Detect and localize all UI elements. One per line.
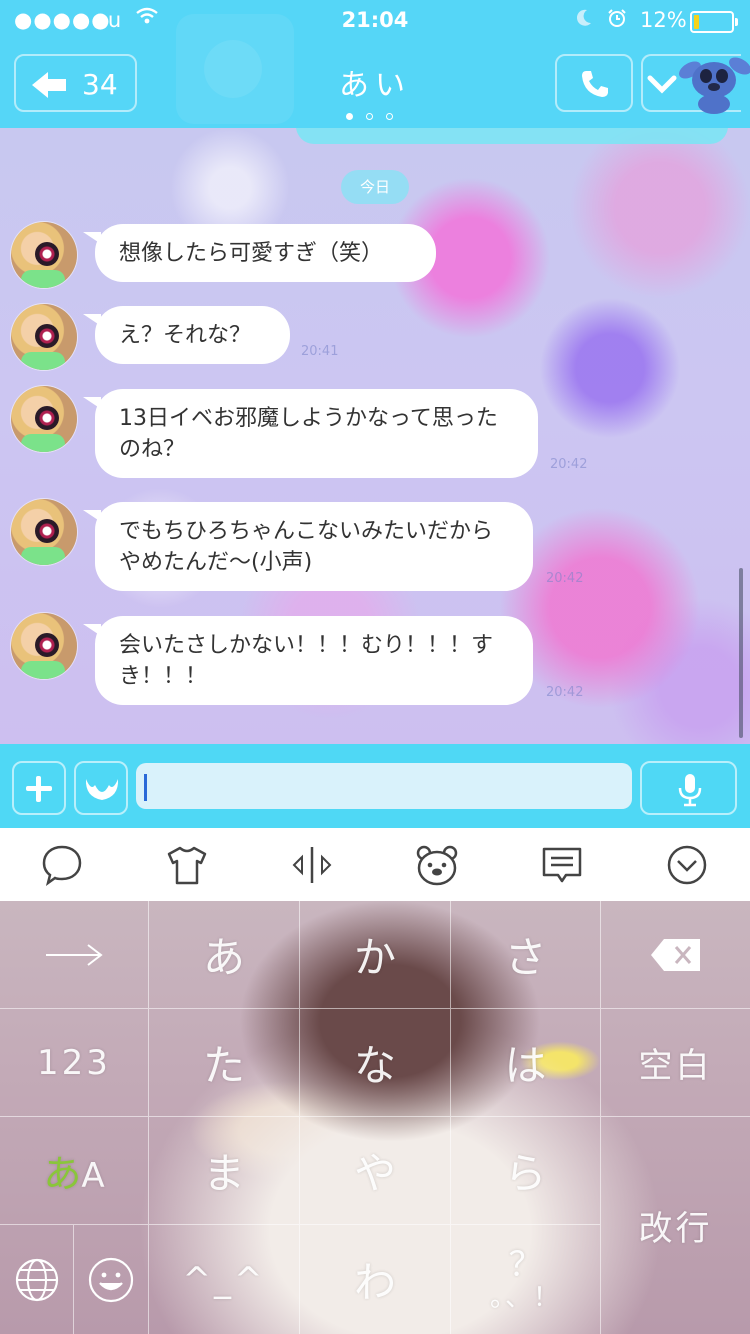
- key-ka[interactable]: か: [300, 901, 451, 1009]
- previous-message-edge: [296, 128, 728, 144]
- message-bubble[interactable]: 会いたさしかない！！！むり！！！すき！！！: [83, 616, 533, 705]
- input-mode-label: あ A: [43, 1143, 104, 1198]
- avatar[interactable]: [11, 222, 77, 288]
- punctuation-label: 。、！: [489, 1282, 561, 1313]
- space-key[interactable]: 空白: [601, 1009, 750, 1117]
- key-ha[interactable]: は: [451, 1009, 601, 1117]
- cursor-right-key[interactable]: [0, 901, 149, 1009]
- alarm-icon: [606, 7, 628, 34]
- message-text: でもちひろちゃんこないみたいだからやめたんだ〜(小声): [119, 518, 494, 575]
- key-sa[interactable]: さ: [451, 901, 601, 1009]
- avatar[interactable]: [11, 304, 77, 370]
- key-ma[interactable]: ま: [149, 1117, 300, 1225]
- message-bubble[interactable]: 13日イベお邪魔しようかなって思ったのね？: [83, 389, 538, 478]
- globe-icon: [15, 1258, 58, 1301]
- page-dot: [366, 113, 373, 120]
- key-ya[interactable]: や: [300, 1117, 451, 1225]
- key-ta[interactable]: た: [149, 1009, 300, 1117]
- add-attachment-button[interactable]: [12, 761, 66, 815]
- message-bubble[interactable]: 想像したら可愛すぎ（笑）: [83, 224, 436, 282]
- globe-key[interactable]: [0, 1225, 74, 1334]
- backspace-key[interactable]: [601, 901, 750, 1009]
- key-a[interactable]: あ: [149, 901, 300, 1009]
- call-button[interactable]: [555, 54, 633, 112]
- text-cursor: [144, 774, 147, 801]
- message-icon[interactable]: [540, 843, 584, 887]
- message-text: え？それな？: [119, 322, 252, 348]
- hiragana-mode-label: あ: [43, 1152, 82, 1196]
- message-time: 20:42: [546, 571, 584, 586]
- input-mode-key[interactable]: あ A: [0, 1117, 149, 1225]
- clock: 21:04: [341, 8, 409, 32]
- tshirt-icon[interactable]: [165, 843, 209, 887]
- chat-title[interactable]: あい: [0, 60, 750, 104]
- message-time: 20:42: [546, 685, 584, 700]
- status-bar: ●●●●● au 21:04 12%: [0, 0, 750, 40]
- speech-bubble-icon[interactable]: [40, 843, 84, 887]
- page-dot: [386, 113, 393, 120]
- message-time: 20:42: [550, 457, 588, 472]
- avatar[interactable]: [11, 499, 77, 565]
- numbers-key[interactable]: 123: [0, 1009, 149, 1117]
- key-na[interactable]: な: [300, 1009, 451, 1117]
- message-text: 想像したら可愛すぎ（笑）: [119, 240, 384, 266]
- flick-keyboard: あ か さ 123 た な は 空白 あ A ま や ら 改行 ^_^ わ ？ …: [0, 901, 750, 1334]
- chevron-down-icon: [647, 75, 677, 94]
- backspace-icon: [650, 938, 700, 971]
- return-key[interactable]: 改行: [601, 1117, 750, 1334]
- question-mark-label: ？: [508, 1244, 543, 1285]
- message-time: 20:41: [301, 344, 339, 359]
- collapse-keyboard-icon[interactable]: [665, 843, 709, 887]
- battery-percent: 12%: [640, 8, 687, 32]
- bear-face-icon[interactable]: [415, 843, 459, 887]
- key-wa[interactable]: わ: [300, 1225, 451, 1334]
- battery-icon: [690, 11, 738, 33]
- phone-icon: [582, 71, 608, 97]
- page-indicator: [346, 105, 406, 124]
- arrow-right-icon: [46, 943, 103, 966]
- message-bubble[interactable]: え？それな？: [83, 306, 290, 364]
- emoji-key[interactable]: [74, 1225, 149, 1334]
- smiley-icon: [88, 1257, 134, 1302]
- message-input[interactable]: [136, 763, 632, 809]
- message-input-bar: [0, 744, 750, 828]
- punctuation-key[interactable]: ？ 。、！: [451, 1225, 601, 1334]
- keyboard-toolbar: [0, 828, 750, 902]
- key-ra[interactable]: ら: [451, 1117, 601, 1225]
- page-dot: [346, 113, 353, 120]
- date-separator: 今日: [341, 170, 409, 204]
- cursor-move-icon[interactable]: [290, 843, 334, 887]
- kaomoji-key[interactable]: ^_^: [149, 1225, 300, 1334]
- do-not-disturb-icon: [574, 7, 594, 34]
- avatar[interactable]: [11, 613, 77, 679]
- message-text: 会いたさしかない！！！むり！！！すき！！！: [119, 632, 494, 689]
- microphone-icon: [678, 774, 702, 807]
- avatar[interactable]: [11, 386, 77, 452]
- chat-header: ●●●●● au 21:04 12% 34 あい: [0, 0, 750, 128]
- message-bubble[interactable]: でもちひろちゃんこないみたいだからやめたんだ〜(小声): [83, 502, 533, 591]
- voice-input-button[interactable]: [640, 761, 737, 815]
- chat-history[interactable]: 今日 想像したら可愛すぎ（笑） え？それな？ 20:41 13日イベお邪魔しよう…: [0, 128, 750, 744]
- character-sticker: [679, 57, 750, 114]
- chat-scrollbar[interactable]: [739, 568, 743, 738]
- alphabet-mode-label: A: [81, 1156, 105, 1196]
- stamp-button[interactable]: [74, 761, 128, 815]
- message-text: 13日イベお邪魔しようかなって思ったのね？: [119, 405, 498, 462]
- stamp-icon: [85, 779, 119, 800]
